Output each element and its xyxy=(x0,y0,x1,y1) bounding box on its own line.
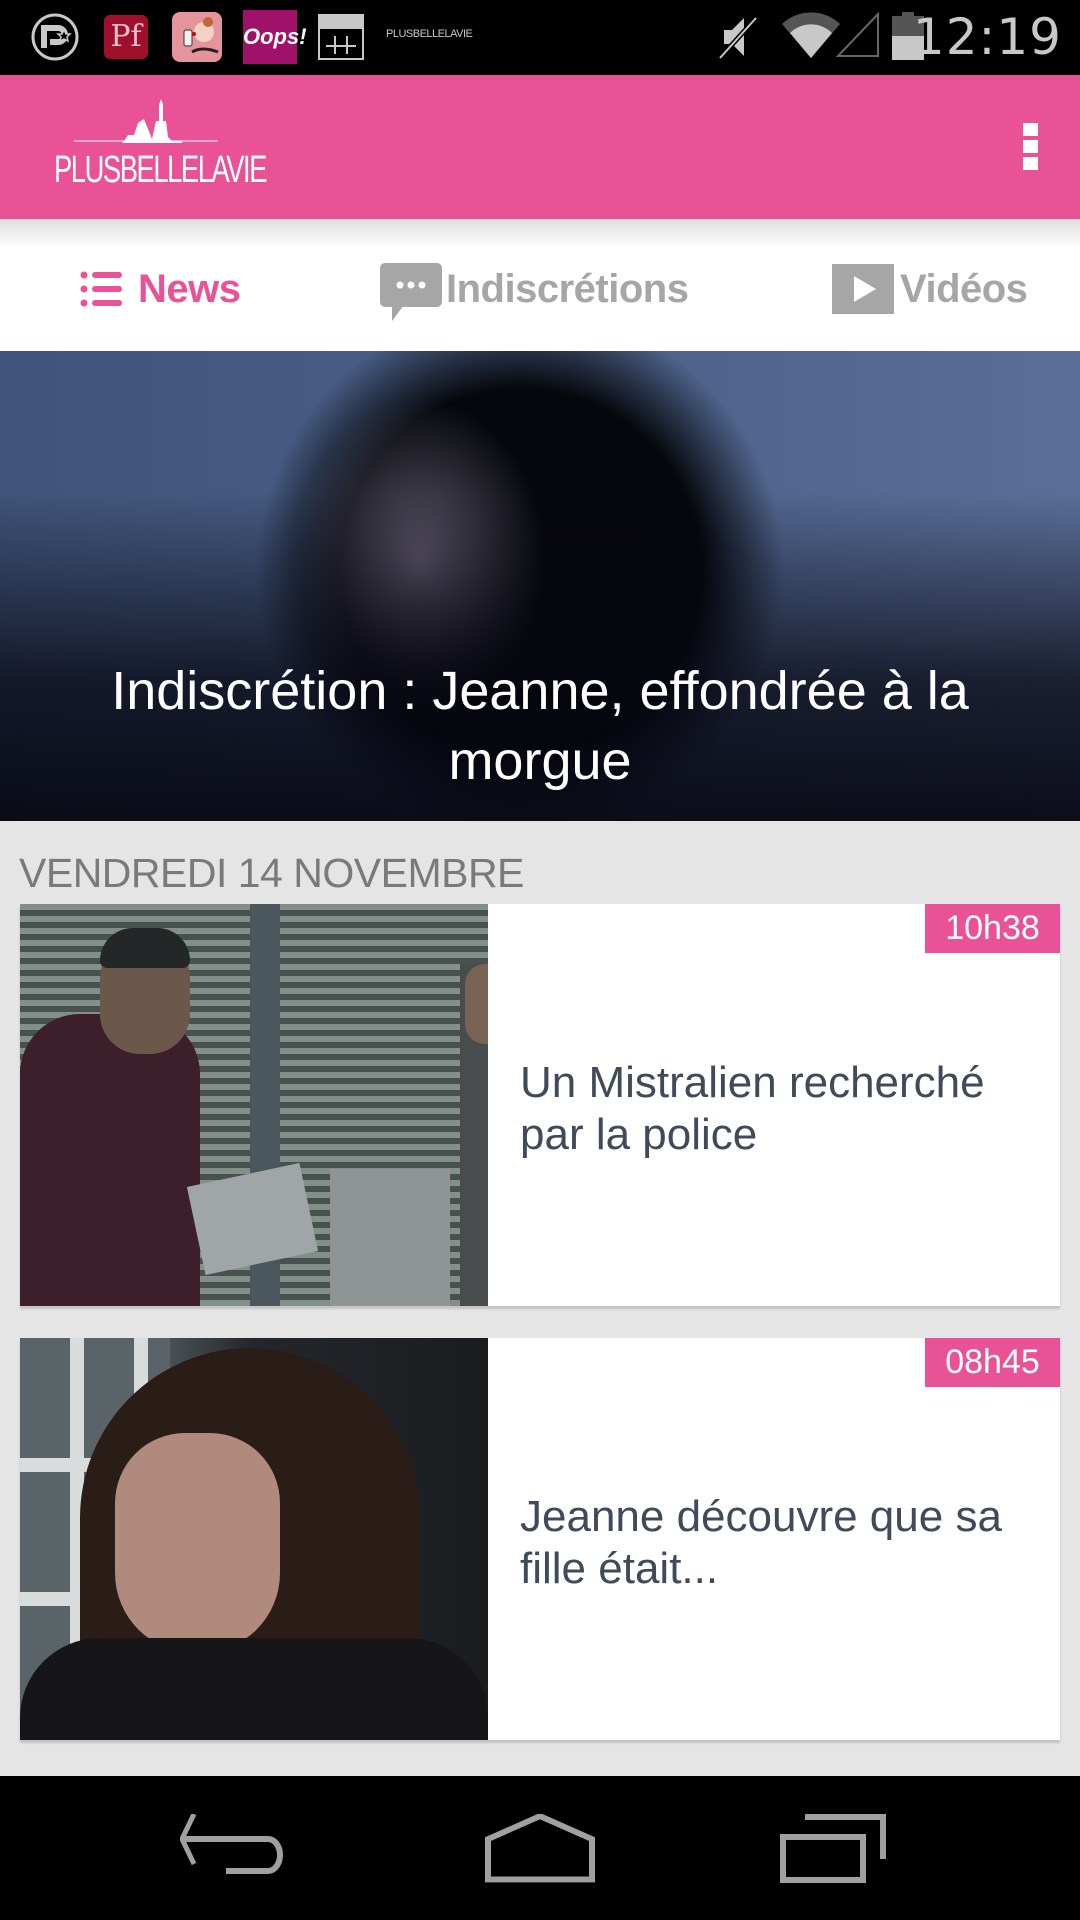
tab-news[interactable]: News xyxy=(80,259,241,319)
skyline-logo-icon xyxy=(74,99,218,143)
tab-news-label: News xyxy=(138,266,241,311)
cell-signal-icon xyxy=(836,12,879,57)
tab-bar: News Indiscrétions Vidéos xyxy=(0,219,1080,351)
overflow-menu-button[interactable] xyxy=(1020,123,1040,175)
news-card-thumbnail xyxy=(20,904,488,1306)
section-date-label: VENDREDI 14 NOVEMBRE xyxy=(19,850,524,896)
recents-icon[interactable] xyxy=(780,1814,900,1884)
pf-app-icon: Pf xyxy=(104,15,148,59)
tab-indiscretions[interactable]: Indiscrétions xyxy=(380,259,689,321)
app-logo[interactable]: PLUSBELLELAVIE xyxy=(54,99,267,195)
system-nav-bar xyxy=(0,1776,1080,1920)
home-icon[interactable] xyxy=(480,1814,600,1884)
oops-app-icon: Oops! xyxy=(243,10,307,64)
news-card[interactable]: 08h45 Jeanne découvre que sa fille était… xyxy=(20,1338,1060,1740)
p-star-app-icon xyxy=(31,13,79,61)
tab-videos-label: Vidéos xyxy=(900,266,1028,311)
news-card-thumbnail xyxy=(20,1338,488,1740)
calendar-grid-icon xyxy=(318,14,364,60)
list-icon xyxy=(80,271,122,307)
news-card-title-text: Jeanne découvre que sa fille était... xyxy=(520,1492,1002,1593)
more-vert-dot xyxy=(1022,140,1038,153)
featured-article[interactable]: Indiscrétion : Jeanne, effondrée à la mo… xyxy=(0,351,1080,821)
mute-icon xyxy=(718,16,758,60)
news-card-title: Jeanne découvre que sa fille était... xyxy=(520,1338,1040,1740)
status-clock: 12:19 xyxy=(912,8,1062,66)
chat-bubble-icon xyxy=(380,263,442,321)
wifi-icon xyxy=(782,12,840,58)
logo-text: PLUSBELLELAVIE xyxy=(54,149,267,191)
app-bar: PLUSBELLELAVIE xyxy=(0,75,1080,219)
back-icon[interactable] xyxy=(180,1814,300,1884)
tab-indiscretions-label: Indiscrétions xyxy=(446,266,689,311)
plusbellelavie-app-icon: PLUSBELLELAVIE xyxy=(386,28,473,40)
kiss-app-icon xyxy=(172,12,222,62)
tab-videos[interactable]: Vidéos xyxy=(832,259,1028,319)
play-icon xyxy=(832,264,894,314)
more-vert-icon xyxy=(1022,123,1038,136)
more-vert-dot xyxy=(1022,157,1038,170)
news-card[interactable]: 10h38 Un Mistralien recherché par la pol… xyxy=(20,904,1060,1306)
news-card-title: Un Mistralien recherché par la police xyxy=(520,904,1040,1306)
status-bar: Pf Oops! PLUSBELLELAVIE 12:19 xyxy=(0,0,1080,75)
featured-article-title: Indiscrétion : Jeanne, effondrée à la mo… xyxy=(111,661,969,791)
news-card-title-text: Un Mistralien recherché par la police xyxy=(520,1058,985,1159)
